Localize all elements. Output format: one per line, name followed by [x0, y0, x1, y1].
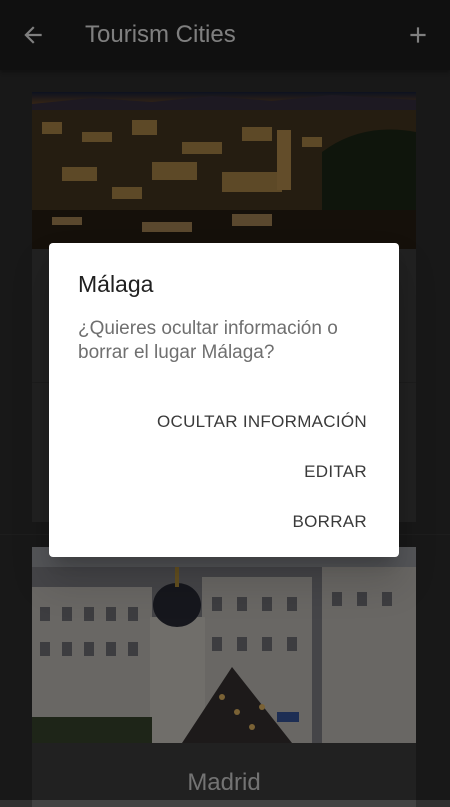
- dialog-message: ¿Quieres ocultar información o borrar el…: [78, 318, 338, 363]
- options-dialog: Málaga ¿Quieres ocultar información o bo…: [49, 243, 399, 557]
- dialog-title: Málaga: [78, 271, 154, 297]
- hide-info-button[interactable]: OCULTAR INFORMACIÓN: [157, 412, 367, 432]
- edit-button[interactable]: EDITAR: [304, 462, 367, 482]
- delete-button[interactable]: BORRAR: [292, 512, 367, 532]
